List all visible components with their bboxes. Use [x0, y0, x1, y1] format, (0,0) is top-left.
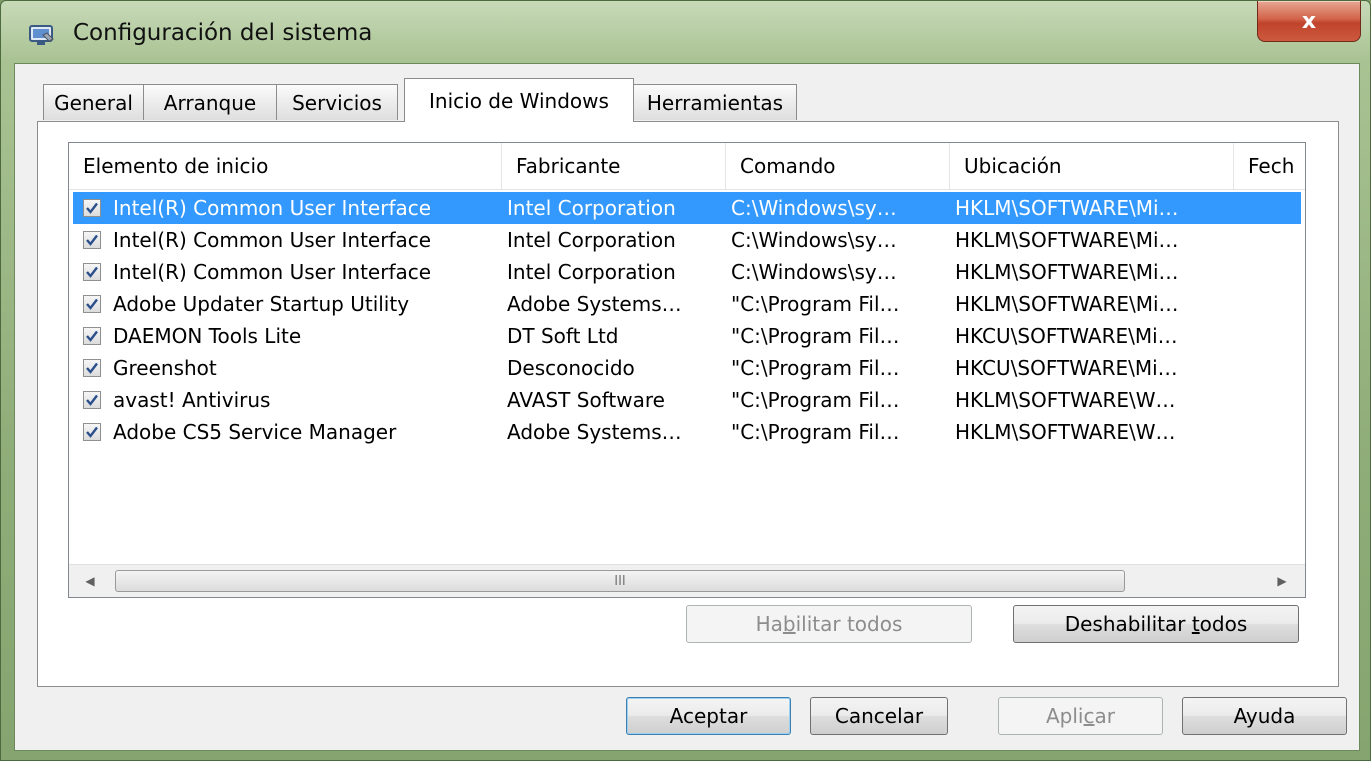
- row-location: HKLM\SOFTWARE\Mi…: [955, 260, 1179, 284]
- window-title: Configuración del sistema: [73, 20, 373, 46]
- row-item-name: Adobe Updater Startup Utility: [113, 292, 410, 316]
- row-manufacturer: Desconocido: [507, 356, 635, 380]
- startup-item-row[interactable]: Adobe CS5 Service Manager Adobe Systems… "…: [73, 416, 1301, 448]
- close-button[interactable]: x: [1257, 1, 1361, 42]
- startup-item-row[interactable]: avast! Antivirus AVAST Software "C:\Progra…: [73, 384, 1301, 416]
- dialog-body: General Arranque Servicios Inicio de Win…: [14, 63, 1360, 751]
- checkmark-icon: [86, 298, 98, 310]
- tab-general[interactable]: General: [43, 84, 144, 120]
- column-header-item[interactable]: Elemento de inicio: [69, 143, 502, 189]
- row-item-name: Greenshot: [113, 356, 217, 380]
- row-item-name: Intel(R) Common User Interface: [113, 196, 432, 220]
- ok-button[interactable]: Aceptar: [626, 697, 791, 735]
- row-manufacturer: Intel Corporation: [507, 228, 676, 252]
- enable-checkbox[interactable]: [83, 391, 101, 409]
- checkmark-icon: [86, 362, 98, 374]
- row-location: HKLM\SOFTWARE\Mi…: [955, 228, 1179, 252]
- enable-checkbox[interactable]: [83, 327, 101, 345]
- checkmark-icon: [86, 394, 98, 406]
- disable-all-button[interactable]: Deshabilitar todos: [1013, 605, 1299, 643]
- startup-item-row[interactable]: Intel(R) Common User Interface Intel Corp…: [73, 256, 1301, 288]
- row-item-name: Intel(R) Common User Interface: [113, 228, 432, 252]
- row-command: C:\Windows\sy…: [731, 260, 897, 284]
- horizontal-scrollbar[interactable]: ◀ III ▶: [69, 564, 1305, 597]
- checkmark-icon: [86, 426, 98, 438]
- enable-checkbox[interactable]: [83, 359, 101, 377]
- scroll-left-arrow-icon[interactable]: ◀: [73, 565, 107, 597]
- scroll-right-arrow-icon[interactable]: ▶: [1265, 565, 1299, 597]
- column-header-location[interactable]: Ubicación: [950, 143, 1234, 189]
- row-manufacturer: Adobe Systems…: [507, 292, 682, 316]
- enable-all-button[interactable]: Habilitar todos: [686, 605, 972, 643]
- tab-servicios[interactable]: Servicios: [276, 84, 398, 120]
- column-header-manufacturer[interactable]: Fabricante: [502, 143, 726, 189]
- enable-checkbox[interactable]: [83, 423, 101, 441]
- checkmark-icon: [86, 330, 98, 342]
- disable-all-label: Deshabilitar todos: [1064, 612, 1248, 636]
- apply-label: Aplicar: [1046, 704, 1115, 728]
- help-button[interactable]: Ayuda: [1182, 697, 1347, 735]
- row-command: "C:\Program Fil…: [731, 324, 900, 348]
- checkmark-icon: [86, 266, 98, 278]
- row-location: HKCU\SOFTWARE\Mi…: [955, 356, 1178, 380]
- row-command: "C:\Program Fil…: [731, 420, 900, 444]
- row-location: HKLM\SOFTWARE\Mi…: [955, 196, 1179, 220]
- startup-item-row[interactable]: Adobe Updater Startup Utility Adobe Syste…: [73, 288, 1301, 320]
- row-item-name: Adobe CS5 Service Manager: [113, 420, 397, 444]
- row-manufacturer: AVAST Software: [507, 388, 665, 412]
- row-location: HKCU\SOFTWARE\Mi…: [955, 324, 1178, 348]
- row-command: C:\Windows\sy…: [731, 196, 897, 220]
- list-header: Elemento de inicio Fabricante Comando Ub…: [69, 143, 1305, 190]
- row-item-name: Intel(R) Common User Interface: [113, 260, 432, 284]
- system-config-icon: [29, 25, 55, 47]
- enable-checkbox[interactable]: [83, 263, 101, 281]
- row-location: HKLM\SOFTWARE\W…: [955, 420, 1176, 444]
- row-manufacturer: Adobe Systems…: [507, 420, 682, 444]
- row-command: "C:\Program Fil…: [731, 356, 900, 380]
- startup-item-row[interactable]: Intel(R) Common User Interface Intel Corp…: [73, 192, 1301, 224]
- tab-inicio-de-windows[interactable]: Inicio de Windows: [404, 78, 634, 122]
- scroll-grip-icon: III: [614, 573, 626, 589]
- enable-checkbox[interactable]: [83, 199, 101, 217]
- system-config-window: Configuración del sistema x General Arra…: [0, 0, 1371, 761]
- enable-all-label: Habilitar todos: [755, 612, 903, 636]
- row-item-name: avast! Antivirus: [113, 388, 271, 412]
- startup-tab-panel: Elemento de inicio Fabricante Comando Ub…: [37, 121, 1339, 687]
- row-command: C:\Windows\sy…: [731, 228, 897, 252]
- row-location: HKLM\SOFTWARE\Mi…: [955, 292, 1179, 316]
- row-manufacturer: DT Soft Ltd: [507, 324, 619, 348]
- checkmark-icon: [86, 234, 98, 246]
- checkmark-icon: [86, 202, 98, 214]
- title-bar[interactable]: Configuración del sistema x: [1, 1, 1370, 71]
- row-manufacturer: Intel Corporation: [507, 196, 676, 220]
- column-header-date[interactable]: Fech: [1234, 143, 1305, 189]
- startup-item-row[interactable]: Intel(R) Common User Interface Intel Corp…: [73, 224, 1301, 256]
- row-manufacturer: Intel Corporation: [507, 260, 676, 284]
- apply-button[interactable]: Aplicar: [998, 697, 1163, 735]
- enable-checkbox[interactable]: [83, 295, 101, 313]
- row-command: "C:\Program Fil…: [731, 388, 900, 412]
- enable-checkbox[interactable]: [83, 231, 101, 249]
- column-header-command[interactable]: Comando: [726, 143, 950, 189]
- startup-item-row[interactable]: DAEMON Tools Lite DT Soft Ltd "C:\Program …: [73, 320, 1301, 352]
- tab-herramientas[interactable]: Herramientas: [633, 84, 797, 120]
- row-location: HKLM\SOFTWARE\W…: [955, 388, 1176, 412]
- startup-items-list[interactable]: Elemento de inicio Fabricante Comando Ub…: [68, 142, 1306, 598]
- row-item-name: DAEMON Tools Lite: [113, 324, 302, 348]
- cancel-button[interactable]: Cancelar: [810, 697, 948, 735]
- startup-item-row[interactable]: Greenshot Desconocido "C:\Program Fil… HKCU…: [73, 352, 1301, 384]
- scroll-thumb[interactable]: III: [115, 570, 1125, 592]
- close-icon: x: [1301, 8, 1317, 34]
- tab-arranque[interactable]: Arranque: [143, 84, 277, 120]
- row-command: "C:\Program Fil…: [731, 292, 900, 316]
